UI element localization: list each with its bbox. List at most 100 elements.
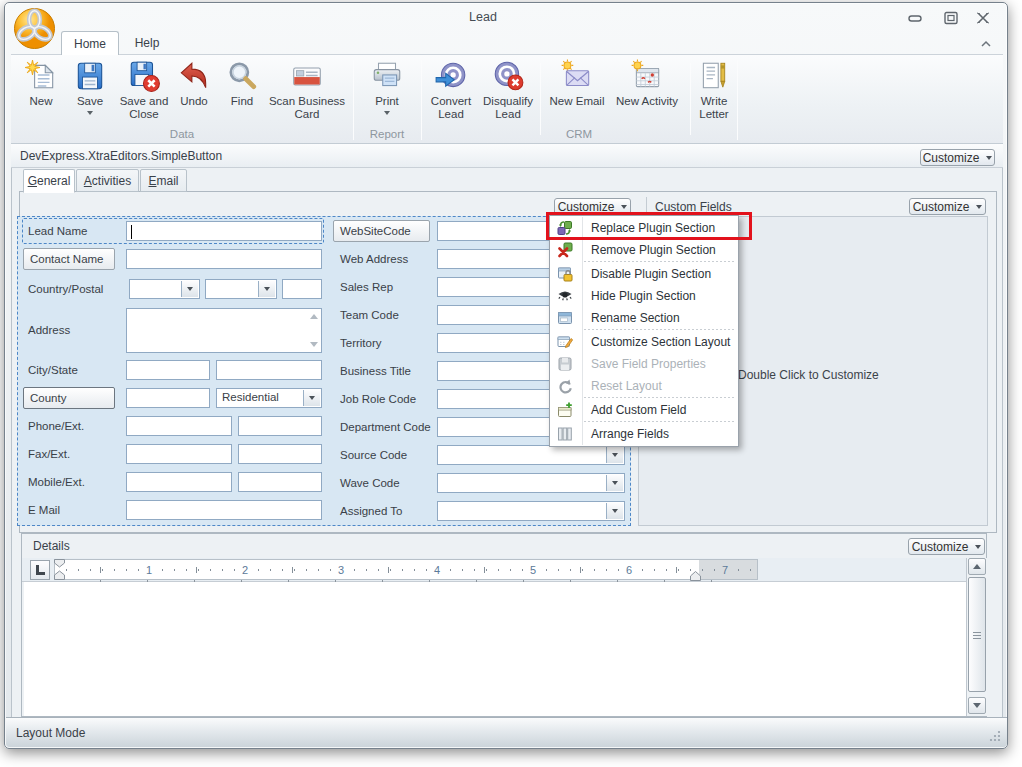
remove-plugin-section-icon (557, 242, 573, 258)
wave-code-combo[interactable] (437, 473, 625, 493)
collapse-ribbon-icon[interactable] (979, 38, 993, 50)
scan-business-card-button[interactable]: Scan Business Card (261, 58, 353, 128)
fax-ext-input[interactable] (238, 444, 322, 464)
details-customize-button[interactable]: Customize (908, 538, 985, 555)
menu-item-save-field-properties: Save Field Properties (550, 353, 738, 375)
new-activity-button[interactable]: New Activity (611, 58, 683, 128)
menu-item-hide-plugin-section[interactable]: Hide Plugin Section (550, 285, 738, 307)
ruler-number: 4 (431, 563, 443, 577)
print-button[interactable]: Print (363, 58, 411, 128)
scrollbar-up-button[interactable] (968, 558, 986, 575)
ribbon-group-label-report: Report (353, 128, 421, 141)
save-and-close-button[interactable]: Save and Close (115, 58, 173, 128)
dropdown-button[interactable] (606, 503, 623, 519)
postal-input[interactable] (282, 279, 322, 299)
app-logo-icon[interactable] (12, 6, 57, 51)
email-input[interactable] (126, 500, 322, 520)
source-code-label: Source Code (340, 445, 407, 465)
text-caret (131, 225, 132, 239)
mobile-input[interactable] (126, 472, 232, 492)
add-custom-field-icon (557, 402, 573, 418)
mobile-ext-input[interactable] (238, 472, 322, 492)
new-email-icon (560, 59, 594, 93)
dropdown-button[interactable] (181, 281, 198, 297)
menu-item-remove-plugin-section[interactable]: Remove Plugin Section (550, 239, 738, 261)
customize-section-layout-icon (557, 334, 573, 350)
find-icon (225, 59, 259, 93)
phone-input[interactable] (126, 416, 232, 436)
tab-general[interactable]: General (23, 169, 75, 193)
tab-activities[interactable]: Activities (76, 169, 139, 192)
scrollbar-thumb[interactable] (968, 577, 986, 692)
state-input[interactable] (216, 360, 322, 380)
details-editor[interactable] (24, 582, 966, 716)
team-code-label: Team Code (340, 305, 399, 325)
undo-button[interactable]: Undo (173, 58, 215, 128)
country-combo[interactable] (129, 279, 200, 299)
maximize-button[interactable] (941, 11, 961, 25)
county-input[interactable] (126, 388, 210, 408)
email-label: E Mail (28, 500, 60, 520)
ribbon-group-label-crm: CRM (421, 128, 737, 141)
dropdown-button[interactable] (258, 281, 275, 297)
right-section-customize-button[interactable]: Customize (909, 198, 986, 215)
region-combo[interactable] (205, 279, 277, 299)
tab-email[interactable]: Email (140, 169, 187, 192)
menu-item-customize-section-layout[interactable]: Customize Section Layout (550, 331, 738, 353)
fax-input[interactable] (126, 444, 232, 464)
tab-stop-selector[interactable] (30, 560, 50, 580)
ribbon-tab-help[interactable]: Help (121, 31, 173, 55)
websitecode-label-button[interactable]: WebSiteCode (333, 220, 430, 242)
residential-combo[interactable]: Residential (216, 388, 322, 408)
assigned-to-combo[interactable] (437, 501, 625, 521)
convert-lead-button[interactable]: Convert Lead (424, 58, 478, 128)
find-button[interactable]: Find (220, 58, 264, 128)
chevron-down-icon (309, 396, 315, 400)
resize-grip[interactable] (988, 729, 1001, 742)
undo-icon (177, 59, 211, 93)
dropdown-button[interactable] (606, 447, 623, 463)
scroll-down-icon[interactable] (310, 342, 318, 347)
write-letter-button[interactable]: Write Letter (691, 58, 737, 128)
rename-section-icon (557, 310, 573, 326)
dropdown-button[interactable] (606, 475, 623, 491)
phone-ext-input[interactable] (238, 416, 322, 436)
close-button[interactable] (973, 11, 993, 25)
status-bar: Layout Mode (6, 717, 1007, 747)
scroll-up-icon[interactable] (310, 314, 318, 319)
dropdown-button[interactable] (303, 390, 320, 406)
chevron-down-icon (976, 205, 982, 209)
address-textarea[interactable] (126, 308, 322, 353)
disqualify-lead-button[interactable]: Disqualify Lead (477, 58, 539, 128)
reset-layout-icon (557, 378, 573, 394)
scrollbar-down-button[interactable] (968, 697, 986, 714)
lead-name-label: Lead Name (28, 221, 87, 241)
ribbon-tab-home[interactable]: Home (61, 31, 119, 55)
save-field-properties-icon (557, 356, 573, 372)
menu-item-rename-section[interactable]: Rename Section (550, 307, 738, 329)
source-code-combo[interactable] (437, 445, 625, 465)
toolbar-customize-button[interactable]: Customize (920, 149, 995, 166)
first-line-indent-marker[interactable] (54, 559, 66, 580)
minimize-button[interactable] (905, 11, 925, 25)
menu-item-arrange-fields[interactable]: Arrange Fields (550, 423, 738, 445)
lead-name-input[interactable] (126, 221, 322, 241)
county-label-button[interactable]: County (23, 387, 115, 409)
new-button[interactable]: New (19, 58, 63, 128)
ruler[interactable]: 1 2 3 4 5 6 7 (54, 559, 758, 580)
new-email-button[interactable]: New Email (544, 58, 610, 128)
ribbon-group-label-data: Data (11, 128, 353, 141)
contact-name-input[interactable] (126, 249, 322, 269)
address-label: Address (28, 320, 70, 340)
menu-item-add-custom-field[interactable]: Add Custom Field (550, 399, 738, 421)
menu-item-disable-plugin-section[interactable]: Disable Plugin Section (550, 263, 738, 285)
details-scrollbar[interactable] (966, 558, 987, 716)
residential-combo-value: Residential (222, 391, 279, 403)
scan-business-card-icon (290, 59, 324, 93)
chevron-down-icon (612, 509, 618, 513)
city-input[interactable] (126, 360, 210, 380)
menu-item-reset-layout: Reset Layout (550, 375, 738, 397)
status-text: Layout Mode (16, 726, 85, 740)
contact-name-label-button[interactable]: Contact Name (23, 248, 115, 270)
save-button[interactable]: Save (67, 58, 113, 128)
